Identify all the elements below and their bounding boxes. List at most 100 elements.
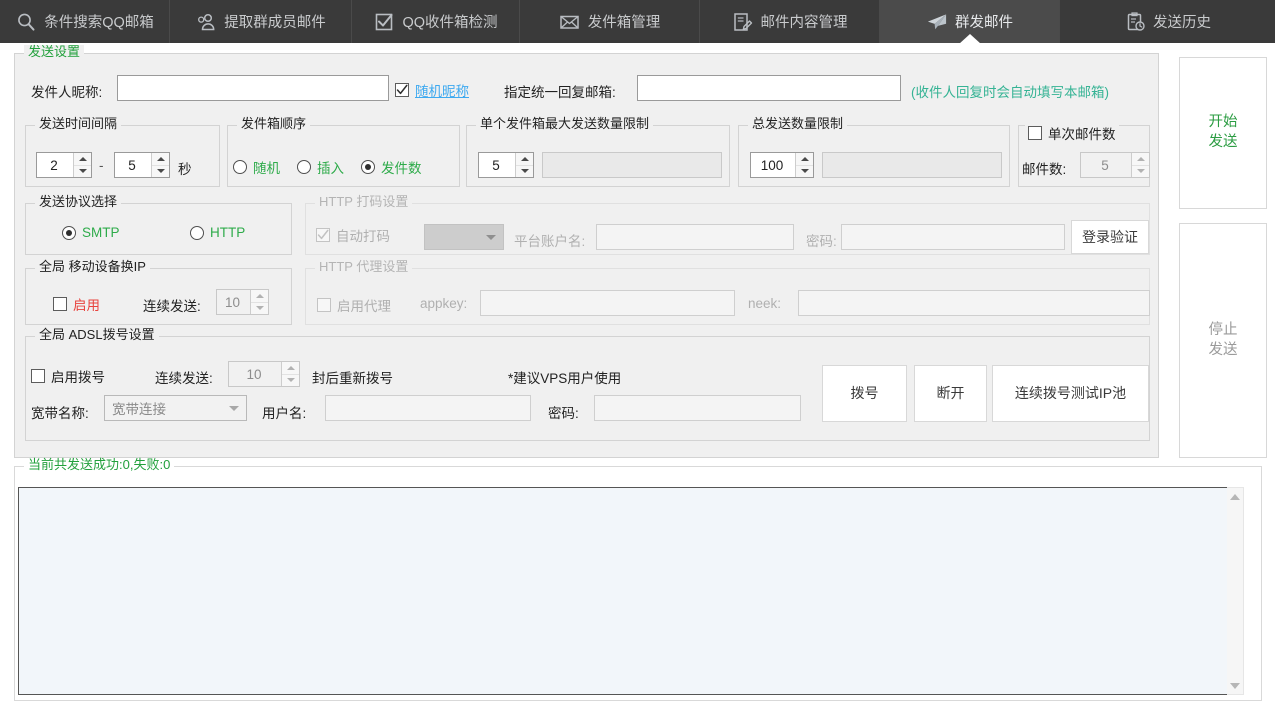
single-limit-spinner[interactable]: 5 [478, 152, 534, 178]
spinner-down[interactable] [516, 166, 533, 178]
auto-captcha-checkbox[interactable]: 自动打码 [316, 225, 390, 245]
adsl-test-ip-pool-button[interactable]: 连续拨号测试IP池 [992, 365, 1149, 422]
spinner-buttons[interactable] [250, 290, 268, 314]
chevron-down-icon [222, 406, 246, 411]
adsl-username-input[interactable] [325, 395, 531, 421]
log-text [19, 488, 1243, 498]
check-icon [317, 229, 329, 241]
http-captcha-title: HTTP 打码设置 [315, 195, 412, 209]
protocol-radio-http[interactable]: HTTP [190, 225, 245, 240]
tab-search-qq-mailbox[interactable]: 条件搜索QQ邮箱 [0, 0, 170, 43]
batch-count-spinner[interactable]: 5 [1080, 152, 1150, 178]
tab-label: 提取群成员邮件 [224, 11, 326, 32]
spinner-buttons[interactable] [1131, 153, 1149, 177]
single-limit-extra-input[interactable] [542, 152, 722, 178]
protocol-radio-smtp[interactable]: SMTP [62, 225, 120, 240]
batch-count-field-label: 邮件数: [1022, 158, 1066, 178]
proxy-enable-checkbox[interactable]: 启用代理 [317, 295, 391, 315]
order-radio-sendcount[interactable]: 发件数 [361, 157, 422, 177]
scroll-down-button[interactable] [1227, 677, 1243, 694]
send-settings-title: 发送设置 [24, 45, 84, 59]
total-limit-extra-input[interactable] [822, 152, 1002, 178]
spinner-buttons[interactable] [73, 153, 91, 177]
tab-extract-group-member-mail[interactable]: 提取群成员邮件 [170, 0, 352, 43]
spinner-buttons[interactable] [795, 153, 813, 177]
check-icon [396, 84, 408, 96]
spinner-up[interactable] [74, 153, 91, 166]
spinner-up[interactable] [796, 153, 813, 166]
reply-email-input[interactable] [637, 75, 901, 101]
log-scrollbar[interactable] [1227, 487, 1244, 695]
order-radio-label: 发件数 [381, 157, 422, 177]
adsl-broadband-combo[interactable]: 宽带连接 [104, 395, 247, 421]
main-tab-bar: 条件搜索QQ邮箱 提取群成员邮件 QQ收件箱检测 发件箱管理 邮件内容管理 群发… [0, 0, 1275, 43]
paper-plane-icon [926, 11, 948, 33]
spinner-down[interactable] [796, 166, 813, 178]
chevron-down-icon [479, 235, 503, 240]
batch-count-checkbox[interactable]: 单次邮件数 [1025, 123, 1119, 143]
tab-send-history[interactable]: 发送历史 [1060, 0, 1275, 43]
mobile-ip-enable-checkbox[interactable]: 启用 [53, 294, 100, 314]
spinner-buttons[interactable] [151, 153, 169, 177]
order-radio-random[interactable]: 随机 [233, 157, 280, 177]
reply-email-hint: (收件人回复时会自动填写本邮箱) [911, 81, 1109, 101]
adsl-vps-hint: *建议VPS用户使用 [508, 367, 621, 387]
spinner-buttons[interactable] [281, 362, 299, 386]
spinner-buttons[interactable] [515, 153, 533, 177]
login-verify-label: 登录验证 [1082, 228, 1138, 247]
adsl-continuous-spinner[interactable]: 10 [228, 361, 300, 387]
log-textarea[interactable] [18, 487, 1244, 695]
start-send-button[interactable]: 开始 发送 [1179, 57, 1267, 209]
scroll-up-button[interactable] [1227, 488, 1243, 505]
captcha-platform-input[interactable] [596, 224, 794, 250]
adsl-disconnect-label: 断开 [937, 384, 965, 403]
order-radio-insert[interactable]: 插入 [297, 157, 344, 177]
spinner-up[interactable] [282, 362, 299, 375]
tab-mail-content-manage[interactable]: 邮件内容管理 [700, 0, 880, 43]
order-radio-label: 插入 [317, 157, 344, 177]
spinner-up[interactable] [152, 153, 169, 166]
spinner-down[interactable] [282, 375, 299, 387]
stop-send-line1: 停止 [1209, 321, 1238, 341]
proxy-neek-label: neek: [748, 296, 781, 311]
login-verify-button[interactable]: 登录验证 [1071, 220, 1149, 254]
adsl-password-label: 密码: [548, 402, 579, 422]
protocol-radio-label: HTTP [210, 225, 245, 240]
spinner-up[interactable] [1132, 153, 1149, 166]
tab-label: 发件箱管理 [588, 11, 661, 32]
interval-max-spinner[interactable]: 5 [114, 152, 170, 178]
spinner-down[interactable] [74, 166, 91, 178]
tab-qq-inbox-check[interactable]: QQ收件箱检测 [352, 0, 520, 43]
spinner-down[interactable] [251, 303, 268, 315]
proxy-neek-input[interactable] [798, 290, 1150, 316]
captcha-password-label: 密码: [806, 230, 837, 250]
mobile-ip-enable-label: 启用 [73, 294, 100, 314]
sender-nick-input[interactable] [117, 75, 389, 101]
radio-ring [233, 160, 247, 174]
total-limit-spinner[interactable]: 100 [750, 152, 814, 178]
radio-ring [361, 160, 375, 174]
tab-sender-mailbox-manage[interactable]: 发件箱管理 [520, 0, 700, 43]
tab-bulk-mail[interactable]: 群发邮件 [880, 0, 1060, 43]
random-nick-checkbox[interactable]: 随机昵称 [395, 80, 469, 100]
mailbox-order-title: 发件箱顺序 [237, 117, 310, 131]
spinner-up[interactable] [516, 153, 533, 166]
captcha-password-input[interactable] [841, 224, 1065, 250]
adsl-dial-button[interactable]: 拨号 [822, 365, 907, 422]
clipboard-clock-icon [1124, 11, 1146, 33]
interval-unit-label: 秒 [178, 158, 192, 178]
adsl-password-input[interactable] [594, 395, 801, 421]
envelope-icon [559, 11, 581, 33]
interval-max-value: 5 [115, 153, 151, 177]
spinner-up[interactable] [251, 290, 268, 303]
captcha-platform-combo[interactable] [424, 224, 504, 250]
proxy-appkey-input[interactable] [480, 290, 735, 316]
captcha-platform-label: 平台账户名: [514, 230, 585, 250]
spinner-down[interactable] [1132, 166, 1149, 178]
spinner-down[interactable] [152, 166, 169, 178]
mobile-ip-continuous-spinner[interactable]: 10 [216, 289, 269, 315]
adsl-disconnect-button[interactable]: 断开 [914, 365, 987, 422]
interval-min-spinner[interactable]: 2 [36, 152, 92, 178]
stop-send-button[interactable]: 停止 发送 [1179, 223, 1267, 458]
adsl-enable-checkbox[interactable]: 启用拨号 [31, 366, 105, 386]
